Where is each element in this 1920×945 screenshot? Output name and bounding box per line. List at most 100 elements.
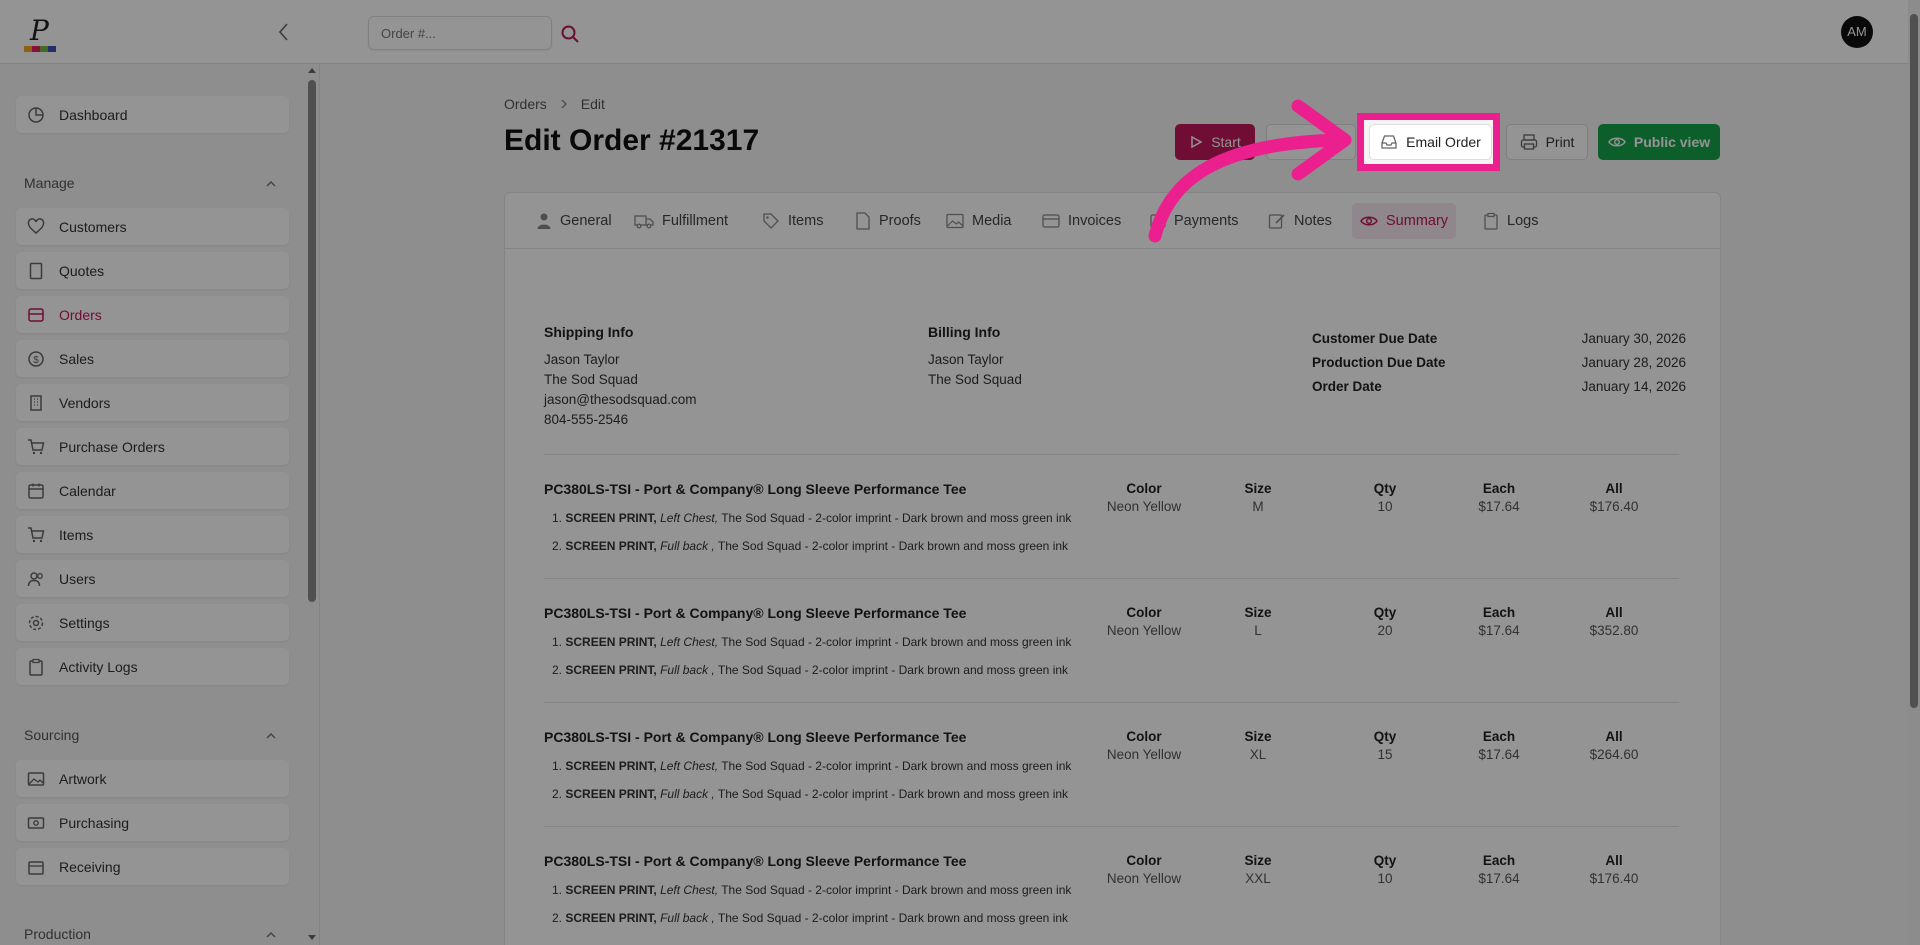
chevron-up-icon[interactable] — [264, 177, 278, 191]
sidebar-item-activity-logs[interactable]: Activity Logs — [16, 648, 289, 685]
sidebar-item-purchase-orders[interactable]: Purchase Orders — [16, 428, 289, 465]
tab-media[interactable]: Media — [938, 203, 1020, 239]
tab-label: Logs — [1507, 213, 1539, 229]
eye-icon — [1608, 137, 1626, 147]
line-item-row: PC380LS-TSI - Port & Company® Long Sleev… — [544, 454, 1679, 578]
sidebar-item-label: Items — [59, 526, 94, 543]
column-header: Qty — [1373, 853, 1397, 868]
tab-logs[interactable]: Logs — [1475, 203, 1546, 239]
pointer-arrow-icon — [1148, 99, 1352, 243]
top-bar: P AM — [0, 0, 1908, 64]
customer-due-date-row: Customer Due Date January 30, 2026 — [1312, 331, 1686, 346]
line-item-size-column: Size M — [1208, 481, 1308, 514]
sidebar-item-sales[interactable]: $ Sales — [16, 340, 289, 377]
decoration-number: 2. — [552, 787, 563, 801]
sidebar-item-calendar[interactable]: Calendar — [16, 472, 289, 509]
public-view-button[interactable]: Public view — [1598, 124, 1720, 160]
decoration-line: 2. SCREEN PRINT, Full back , The Sod Squ… — [552, 663, 1068, 677]
sidebar-item-users[interactable]: Users — [16, 560, 289, 597]
date-value: January 14, 2026 — [1581, 379, 1686, 394]
column-header: All — [1605, 853, 1623, 868]
app-logo[interactable]: P — [22, 14, 62, 54]
tab-invoices[interactable]: Invoices — [1034, 203, 1129, 239]
decoration-line: 2. SCREEN PRINT, Full back , The Sod Squ… — [552, 787, 1068, 801]
date-label: Production Due Date — [1312, 355, 1446, 370]
shipping-company: The Sod Squad — [544, 372, 638, 387]
sidebar-scroll-thumb[interactable] — [308, 80, 316, 602]
tab-proofs[interactable]: Proofs — [847, 203, 929, 239]
search-button[interactable] — [560, 24, 580, 44]
sidebar-item-purchasing[interactable]: Purchasing — [16, 804, 289, 841]
column-value: L — [1254, 623, 1262, 638]
column-value: $176.40 — [1589, 871, 1639, 886]
scroll-up-arrow-icon[interactable] — [307, 66, 317, 74]
decoration-number: 2. — [552, 663, 563, 677]
decoration-location: Full back , — [660, 911, 715, 925]
sidebar-item-vendors[interactable]: Vendors — [16, 384, 289, 421]
decoration-description: The Sod Squad - 2-color imprint - Dark b… — [717, 663, 1069, 677]
box-icon — [25, 856, 47, 878]
line-item-qty-column: Qty 20 — [1335, 605, 1435, 638]
sidebar-item-orders[interactable]: Orders — [16, 296, 289, 333]
tab-label: Fulfillment — [662, 213, 729, 229]
line-item-color-column: Color Neon Yellow — [1094, 481, 1194, 514]
page-scrollbar[interactable] — [1908, 0, 1920, 945]
tab-items[interactable]: Items — [754, 203, 831, 239]
printer-icon — [1520, 134, 1537, 150]
decoration-description: The Sod Squad - 2-color imprint - Dark b… — [721, 883, 1072, 897]
sidebar-item-label: Receiving — [59, 858, 121, 875]
tab-label: Summary — [1386, 213, 1449, 229]
shipping-phone: 804-555-2546 — [544, 412, 629, 427]
tab-general[interactable]: General — [528, 203, 620, 239]
cart-icon — [25, 436, 47, 458]
column-value: XXL — [1245, 871, 1271, 886]
tab-label: Items — [788, 213, 824, 229]
user-icon — [537, 213, 551, 229]
order-search-field[interactable] — [368, 16, 552, 50]
money-icon — [25, 812, 47, 834]
column-header: All — [1605, 605, 1623, 620]
sidebar-item-label: Purchase Orders — [59, 438, 165, 455]
breadcrumb-orders-link[interactable]: Orders — [504, 96, 547, 112]
sidebar-item-quotes[interactable]: Quotes — [16, 252, 289, 289]
logo-letter: P — [30, 14, 49, 47]
breadcrumb: Orders Edit — [504, 96, 605, 112]
sidebar-scrollbar[interactable] — [306, 64, 318, 945]
decoration-method: SCREEN PRINT, — [565, 911, 657, 925]
chevron-up-icon[interactable] — [264, 729, 278, 743]
sidebar: Dashboard Manage Customers Quotes Orders… — [0, 64, 320, 945]
print-button[interactable]: Print — [1506, 124, 1588, 160]
collapse-sidebar-button[interactable] — [274, 20, 294, 44]
column-value: 15 — [1377, 747, 1393, 762]
column-value: Neon Yellow — [1106, 499, 1182, 514]
decoration-number: 2. — [552, 911, 563, 925]
decoration-method: SCREEN PRINT, — [565, 663, 657, 677]
sidebar-item-receiving[interactable]: Receiving — [16, 848, 289, 885]
section-title-sourcing: Sourcing — [24, 727, 80, 743]
decoration-number: 1. — [552, 511, 563, 525]
building-icon — [25, 392, 47, 414]
user-avatar[interactable]: AM — [1841, 16, 1873, 48]
logo-color-bar — [24, 46, 56, 52]
scroll-down-arrow-icon[interactable] — [307, 934, 317, 942]
line-item-color-column: Color Neon Yellow — [1094, 605, 1194, 638]
tab-fulfillment[interactable]: Fulfillment — [626, 203, 736, 239]
column-header: Each — [1482, 853, 1516, 868]
sidebar-item-settings[interactable]: Settings — [16, 604, 289, 641]
sidebar-item-artwork[interactable]: Artwork — [16, 760, 289, 797]
column-header: Size — [1244, 605, 1272, 620]
column-header: Color — [1126, 481, 1162, 496]
document-icon — [25, 260, 47, 282]
sidebar-item-customers[interactable]: Customers — [16, 208, 289, 245]
column-value: M — [1252, 499, 1264, 514]
order-search-input[interactable] — [369, 17, 551, 49]
sidebar-item-dashboard[interactable]: Dashboard — [16, 96, 289, 133]
chevron-up-icon[interactable] — [264, 928, 278, 942]
column-value: Neon Yellow — [1106, 871, 1182, 886]
page-scroll-thumb[interactable] — [1910, 14, 1918, 708]
decoration-location: Left Chest, — [660, 883, 719, 897]
decoration-description: The Sod Squad - 2-color imprint - Dark b… — [717, 911, 1069, 925]
decoration-location: Left Chest, — [660, 759, 719, 773]
sidebar-item-items[interactable]: Items — [16, 516, 289, 553]
line-item-all-column: All $352.80 — [1564, 605, 1664, 638]
